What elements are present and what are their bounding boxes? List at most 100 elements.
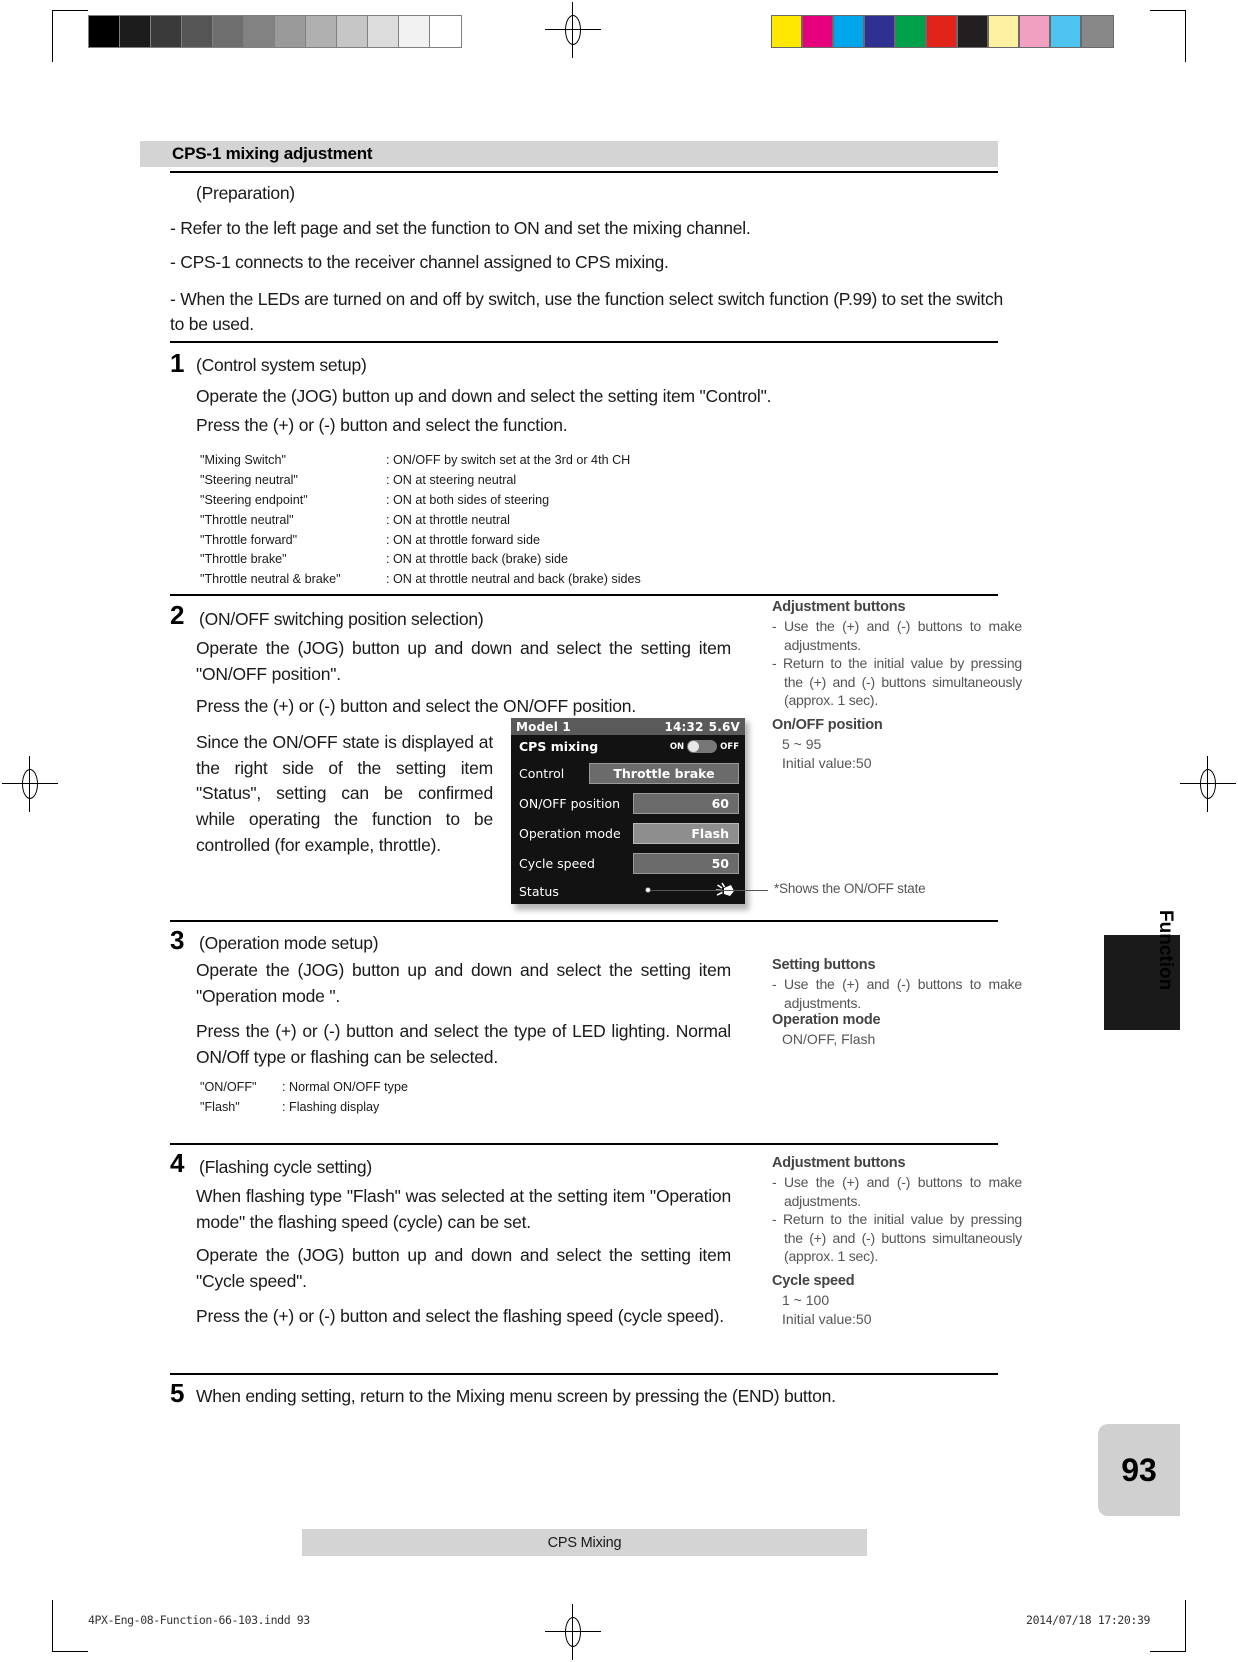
lcd-value-control[interactable]: Throttle brake bbox=[589, 762, 739, 784]
control-function-key: "Steering neutral" bbox=[200, 472, 298, 487]
step-1-paragraph-2: Press the (+) or (-) button and select t… bbox=[196, 415, 568, 435]
lcd-row-onoff-position[interactable]: ON/OFF position 60 bbox=[511, 788, 745, 818]
control-function-key: "Throttle brake" bbox=[200, 552, 287, 567]
step-2-paragraph-3: Since the ON/OFF state is displayed at t… bbox=[196, 732, 493, 855]
operation-mode-option-value: : Normal ON/OFF type bbox=[282, 1080, 408, 1094]
step-2-number: 2 bbox=[170, 600, 185, 630]
lcd-toggle-off-label: OFF bbox=[720, 741, 739, 752]
annotation-3-line-1: - Use the (+) and (-) buttons to make ad… bbox=[772, 1174, 1022, 1209]
annotation-1-line-1: - Use the (+) and (-) buttons to make ad… bbox=[772, 618, 1022, 653]
lcd-label-control: Control bbox=[519, 765, 565, 781]
lcd-toggle-on-label: ON bbox=[669, 741, 685, 752]
lcd-row-cycle-speed[interactable]: Cycle speed 50 bbox=[511, 848, 745, 878]
lcd-label-onoff-position: ON/OFF position bbox=[519, 795, 621, 811]
step-3-title: (Operation mode setup) bbox=[199, 933, 379, 953]
toggle-track-icon[interactable] bbox=[687, 740, 718, 753]
control-function-value: : ON at steering neutral bbox=[386, 472, 517, 487]
annotation-block-2: Setting buttons - Use the (+) and (-) bu… bbox=[772, 957, 1022, 1049]
operation-mode-option-value: : Flashing display bbox=[282, 1099, 380, 1114]
step-5-title: When ending setting, return to the Mixin… bbox=[196, 1386, 836, 1406]
annotation-1-value-2: Initial value:50 bbox=[782, 754, 872, 771]
preparation-bullet-1: - Refer to the left page and set the fun… bbox=[170, 218, 751, 238]
preparation-bullet-3: - When the LEDs are turned on and off by… bbox=[170, 289, 1003, 334]
control-function-row: "Throttle neutral & brake" : ON at thrott… bbox=[200, 570, 760, 590]
step-4-title: (Flashing cycle setting) bbox=[199, 1157, 372, 1177]
control-function-value: : ON at both sides of steering bbox=[386, 492, 550, 507]
annotation-1-line-2: - Return to the initial value by pressin… bbox=[772, 655, 1022, 709]
step-2-paragraph-1: Operate the (JOG) button up and down and… bbox=[196, 638, 731, 684]
lcd-value-onoff-position[interactable]: 60 bbox=[633, 792, 739, 814]
lcd-screenshot: Model 1 14:32 5.6V CPS mixing ON OFF Con… bbox=[511, 718, 749, 910]
annotation-block-1: Adjustment buttons - Use the (+) and (-)… bbox=[772, 599, 1022, 773]
lcd-onoff-toggle[interactable]: ON OFF bbox=[670, 740, 739, 753]
section-heading-band: CPS-1 mixing adjustment bbox=[140, 141, 998, 167]
annotation-3-heading: Adjustment buttons bbox=[772, 1155, 906, 1171]
operation-mode-option-key: "Flash" bbox=[200, 1099, 240, 1114]
step-5-number: 5 bbox=[170, 1378, 185, 1408]
lcd-screen-title-row: CPS mixing ON OFF bbox=[511, 735, 745, 758]
divider-step2 bbox=[170, 594, 998, 597]
control-function-row: "Throttle neutral" : ON at throttle neutr… bbox=[200, 511, 760, 531]
operation-mode-option-row: "Flash" : Flashing display bbox=[200, 1098, 560, 1118]
annotation-1-value-1: 5 ~ 95 bbox=[782, 736, 822, 753]
control-function-key: "Steering endpoint" bbox=[200, 492, 308, 507]
operation-mode-option-key: "ON/OFF" bbox=[200, 1080, 257, 1094]
annotation-2-value-heading: Operation mode bbox=[772, 1012, 881, 1029]
lcd-model-name: Model 1 bbox=[516, 719, 571, 734]
section-heading-text: CPS-1 mixing adjustment bbox=[172, 144, 373, 163]
annotation-1-value-heading: On/OFF position bbox=[772, 717, 883, 734]
control-function-value: : ON at throttle back (brake) side bbox=[386, 552, 568, 567]
control-function-key: "Mixing Switch" bbox=[200, 453, 286, 467]
side-tab-label: Function bbox=[1155, 910, 1176, 991]
annotation-1-heading: Adjustment buttons bbox=[772, 599, 906, 615]
lcd-time: 14:32 bbox=[664, 719, 704, 734]
annotation-3-value-2: Initial value:50 bbox=[782, 1310, 872, 1327]
control-function-row: "Throttle brake" : ON at throttle back (b… bbox=[200, 550, 760, 570]
divider-step1 bbox=[170, 341, 998, 344]
step-1-paragraph-1: Operate the (JOG) button up and down and… bbox=[196, 386, 772, 406]
step-3-paragraph-2: Press the (+) or (-) button and select t… bbox=[196, 1021, 731, 1067]
control-function-key: "Throttle forward" bbox=[200, 532, 298, 547]
annotation-2-value-1: ON/OFF, Flash bbox=[782, 1031, 876, 1048]
lcd-title-bar: Model 1 14:32 5.6V bbox=[511, 718, 745, 735]
control-function-row: "Steering neutral" : ON at steering neutr… bbox=[200, 471, 760, 491]
operation-mode-option-row: "ON/OFF" : Normal ON/OFF type bbox=[200, 1078, 560, 1098]
step-4-number: 4 bbox=[170, 1148, 185, 1178]
lcd-screen-title: CPS mixing bbox=[519, 739, 599, 754]
annotation-2-heading: Setting buttons bbox=[772, 957, 876, 973]
print-file-name: 4PX-Eng-08-Function-66-103.indd 93 bbox=[88, 1613, 310, 1627]
annotation-3-value-1: 1 ~ 100 bbox=[782, 1292, 830, 1309]
divider-top bbox=[170, 171, 998, 174]
annotation-3-line-2: - Return to the initial value by pressin… bbox=[772, 1211, 1022, 1265]
control-function-key: "Throttle neutral & brake" bbox=[200, 572, 341, 587]
lcd-value-operation-mode[interactable]: Flash bbox=[633, 822, 739, 844]
control-function-row: "Mixing Switch" : ON/OFF by switch set at… bbox=[200, 451, 760, 471]
step-3-paragraph-1: Operate the (JOG) button up and down and… bbox=[196, 960, 731, 1006]
lcd-value-cycle-speed[interactable]: 50 bbox=[633, 852, 739, 874]
control-function-row: "Throttle forward": ON at throttle forwa… bbox=[200, 531, 760, 551]
page-number: 93 bbox=[1121, 1451, 1157, 1488]
control-function-key: "Throttle neutral" bbox=[200, 512, 294, 527]
step-4-paragraph-2: Operate the (JOG) button up and down and… bbox=[196, 1245, 731, 1291]
step-1-number: 1 bbox=[170, 348, 185, 378]
lcd-label-cycle-speed: Cycle speed bbox=[519, 855, 595, 871]
divider-step4 bbox=[170, 1143, 998, 1146]
step-2-title: (ON/OFF switching position selection) bbox=[199, 609, 484, 629]
control-function-value: : ON/OFF by switch set at the 3rd or 4th… bbox=[386, 453, 631, 467]
callout-text: *Shows the ON/OFF state bbox=[774, 881, 926, 896]
step-2-paragraph-2: Press the (+) or (-) button and select t… bbox=[196, 696, 636, 716]
lcd-row-operation-mode[interactable]: Operation mode Flash bbox=[511, 818, 745, 848]
preparation-label: (Preparation) bbox=[196, 183, 295, 203]
lcd-label-status: Status bbox=[519, 883, 559, 899]
control-function-row: "Steering endpoint" : ON at both sides of… bbox=[200, 491, 760, 511]
annotation-2-line-1: - Use the (+) and (-) buttons to make ad… bbox=[772, 976, 1022, 1011]
document-page: CPS-1 mixing adjustment (Preparation) - … bbox=[0, 0, 1238, 1662]
step-1-title: (Control system setup) bbox=[196, 355, 367, 375]
control-function-value: : ON at throttle neutral and back (brake… bbox=[386, 572, 641, 587]
control-function-value: : ON at throttle neutral bbox=[386, 512, 510, 527]
lcd-display: Model 1 14:32 5.6V CPS mixing ON OFF Con… bbox=[511, 718, 745, 904]
step-4-paragraph-1: When flashing type "Flash" was selected … bbox=[196, 1186, 731, 1232]
print-timestamp: 2014/07/18 17:20:39 bbox=[1026, 1613, 1150, 1627]
lcd-row-control[interactable]: Control Throttle brake bbox=[511, 758, 745, 788]
page-content: CPS-1 mixing adjustment (Preparation) - … bbox=[0, 0, 1238, 1662]
